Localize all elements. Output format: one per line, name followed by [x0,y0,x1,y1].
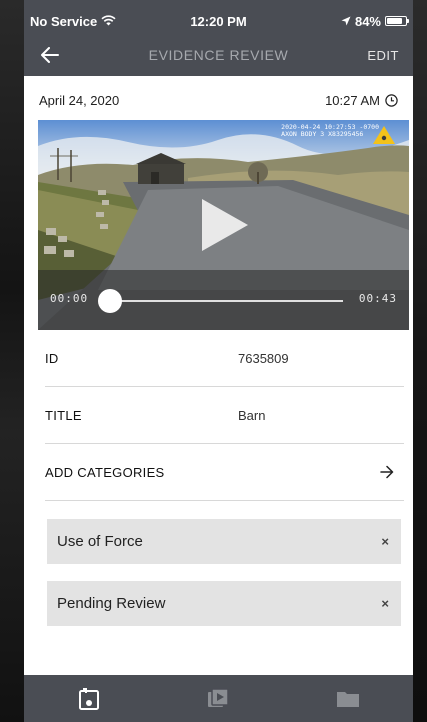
play-icon [202,199,248,251]
category-chip: Pending Review × [47,581,401,626]
arrow-right-icon [380,465,394,479]
background-left [0,0,24,722]
id-value: 7635809 [238,350,289,366]
clock-icon [385,93,398,107]
recording-time-wrap: 10:27 AM [325,93,398,108]
title-label: TITLE [45,407,82,423]
category-label: Use of Force [57,533,143,550]
battery-icon [385,16,409,26]
category-chip: Use of Force × [47,519,401,564]
folder-icon [337,691,360,707]
video-library-icon [208,687,230,707]
add-categories-row[interactable]: ADD CATEGORIES [45,444,404,501]
video-player[interactable]: 2020-04-24 10:27:53 -0700 AXON BODY 3 X8… [38,120,409,330]
add-categories-label: ADD CATEGORIES [45,464,165,480]
page-title: EVIDENCE REVIEW [148,47,289,63]
tab-video-library[interactable] [188,679,248,719]
title-row[interactable]: TITLE Barn [45,387,404,444]
edit-button[interactable]: EDIT [361,42,405,69]
recording-date: April 24, 2020 [39,92,120,108]
remove-category-button[interactable]: × [381,596,389,611]
background-right [413,0,427,722]
tab-capture[interactable] [59,679,119,719]
status-time: 12:20 PM [190,13,247,29]
video-timestamp-overlay: 2020-04-24 10:27:53 -0700 AXON BODY 3 X8… [281,124,379,138]
duration-label: 00:43 [358,292,397,305]
main-content: April 24, 2020 10:27 AM 2020-04-24 10:27… [24,80,413,626]
tab-folder[interactable] [318,679,378,719]
navigation-bar: EVIDENCE REVIEW EDIT [24,34,413,76]
seek-handle[interactable] [98,289,122,313]
current-time-label: 00:00 [50,292,89,305]
title-value: Barn [238,407,266,423]
battery-fill [387,18,403,24]
tab-bar [24,675,413,722]
category-list: Use of Force × Pending Review × [39,519,401,626]
recording-meta: April 24, 2020 10:27 AM [39,80,398,120]
id-label: ID [45,350,59,366]
app-screen: No Service 12:20 PM 84% EVIDENCE REVIEW … [24,0,413,722]
recording-time: 10:27 AM [325,92,380,108]
arrow-left-icon [41,47,59,63]
play-button[interactable] [196,196,252,254]
camera-capture-icon [78,687,99,710]
video-controls: 00:00 00:43 [38,270,409,330]
back-button[interactable] [32,37,68,73]
category-label: Pending Review [57,595,166,612]
video-stamp-line-2: AXON BODY 3 X83295456 [281,130,364,138]
seek-bar[interactable] [108,300,343,302]
remove-category-button[interactable]: × [381,534,389,549]
id-row: ID 7635809 [45,330,404,387]
